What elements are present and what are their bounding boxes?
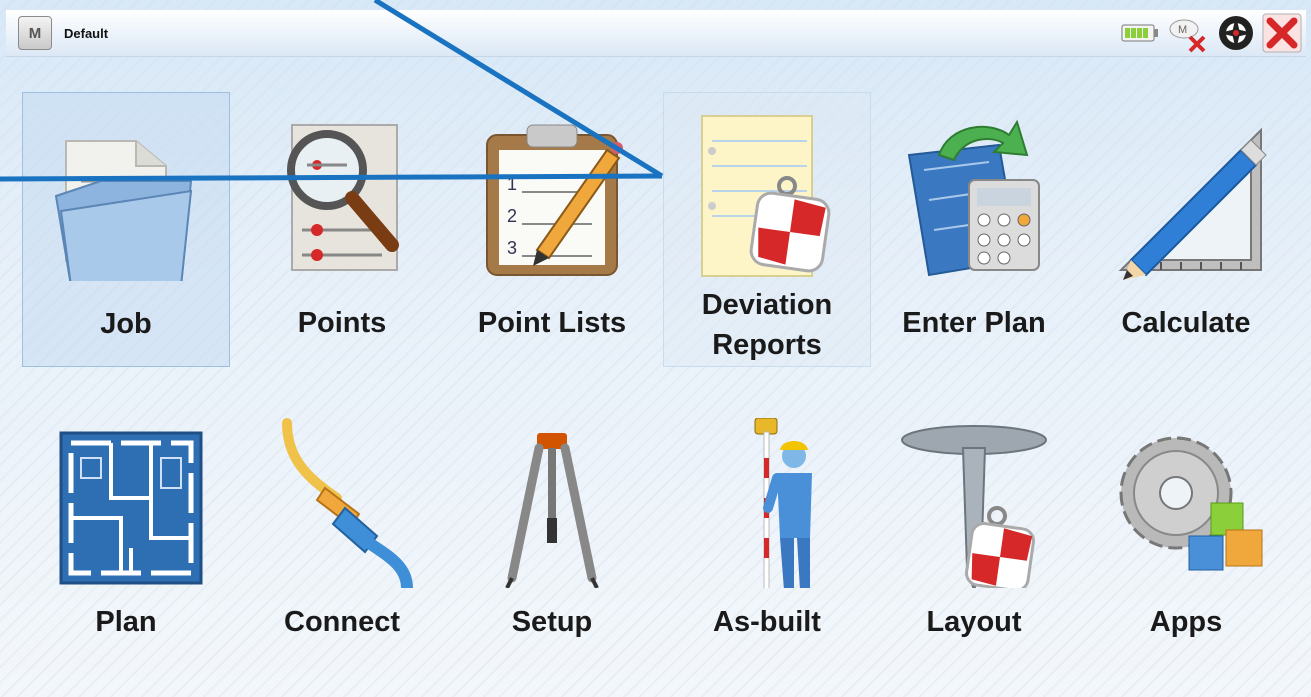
tile-label: Apps — [1149, 606, 1223, 638]
tile-enter-plan[interactable]: Enter Plan — [870, 92, 1078, 367]
list-number-2: 2 — [507, 206, 517, 226]
folder-icon — [54, 140, 193, 281]
list-number-3: 3 — [507, 238, 517, 258]
tile-label-line2: Reports — [712, 329, 822, 361]
tile-label: Layout — [926, 606, 1022, 638]
tile-calculate[interactable]: Calculate — [1082, 92, 1290, 367]
tile-label: Job — [100, 308, 152, 340]
tile-job[interactable]: Job — [22, 92, 230, 367]
tile-point-lists[interactable]: 1 2 3 Point Lists — [448, 92, 656, 367]
battery-icon[interactable] — [1120, 19, 1160, 47]
surveyor-icon — [754, 418, 812, 588]
floor-plan-icon — [59, 431, 203, 585]
menu-glyph: M — [28, 24, 42, 42]
tile-layout[interactable]: Layout — [870, 400, 1078, 675]
stake-icon — [901, 425, 1047, 588]
tile-connect[interactable]: Connect — [238, 400, 446, 675]
pencil-ruler-icon — [1118, 127, 1267, 280]
tile-label: As-built — [713, 606, 821, 638]
tile-label-line1: Deviation — [701, 289, 833, 321]
tile-label: Calculate — [1121, 307, 1251, 339]
tile-setup[interactable]: Setup — [448, 400, 656, 675]
list-number-1: 1 — [507, 174, 517, 194]
tile-deviation-reports[interactable]: Deviation Reports — [663, 92, 871, 367]
cloud-disconnected-icon[interactable]: M — [1166, 13, 1210, 53]
close-icon[interactable] — [1262, 13, 1302, 53]
tile-label: Point Lists — [477, 307, 627, 339]
tile-as-built[interactable]: As-built — [663, 400, 871, 675]
tile-plan[interactable]: Plan — [22, 400, 230, 675]
target-icon[interactable] — [1216, 13, 1256, 53]
svg-text:M: M — [1178, 24, 1187, 36]
tile-apps[interactable]: Apps — [1082, 400, 1290, 675]
cable-icon — [282, 418, 413, 588]
gear-apps-icon — [1119, 436, 1263, 571]
title-bar: M Default M — [6, 10, 1306, 57]
tile-label: Connect — [284, 606, 400, 638]
deviation-report-icon — [701, 115, 831, 277]
tile-label: Deviation Reports — [664, 285, 870, 365]
tile-label: Enter Plan — [902, 307, 1046, 339]
tile-label: Setup — [511, 606, 593, 638]
enter-plan-icon — [907, 119, 1040, 277]
tripod-icon — [505, 433, 599, 588]
tile-points[interactable]: Points — [238, 92, 446, 367]
clipboard-icon: 1 2 3 — [486, 124, 623, 276]
tile-label: Points — [297, 307, 387, 339]
window-title: Default — [64, 25, 109, 41]
points-search-icon — [287, 124, 399, 271]
tile-label: Plan — [95, 606, 157, 638]
main-menu-button[interactable]: M — [18, 16, 52, 50]
status-area: M — [1120, 13, 1302, 53]
